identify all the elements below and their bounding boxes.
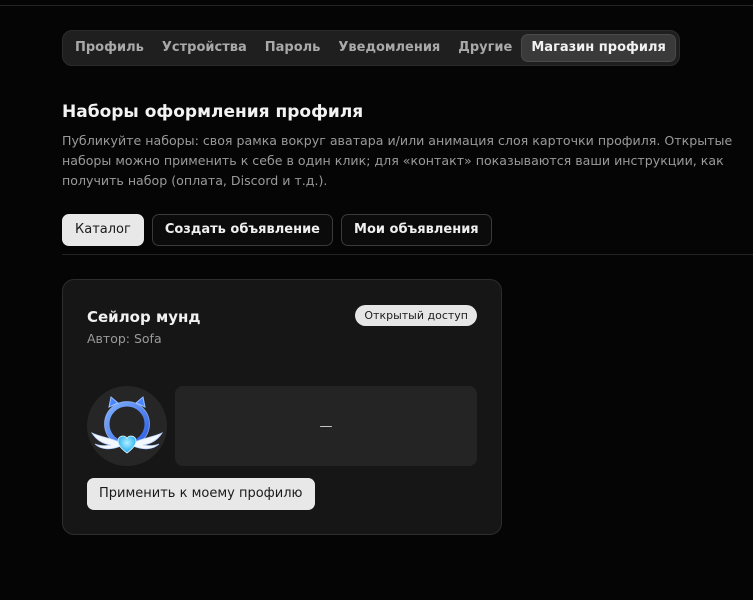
preview-placeholder: — <box>319 418 333 434</box>
avatar-frame-preview <box>87 386 167 466</box>
tab-password[interactable]: Пароль <box>256 34 330 62</box>
card-animation-preview: — <box>175 386 477 466</box>
tab-profile[interactable]: Профиль <box>66 34 153 62</box>
listing-title: Сейлор мунд <box>87 308 201 326</box>
section-description: Публикуйте наборы: своя рамка вокруг ава… <box>62 133 733 188</box>
section-title: Наборы оформления профиля <box>62 102 364 122</box>
subtab-catalog[interactable]: Каталог <box>62 214 144 246</box>
subtab-my-listings[interactable]: Мои объявления <box>341 214 492 246</box>
content-divider <box>62 254 753 255</box>
tab-profile-store[interactable]: Магазин профиля <box>521 34 676 62</box>
winged-heart-frame-icon <box>90 396 164 454</box>
settings-tabs: Профиль Устройства Пароль Уведомления Др… <box>62 30 680 66</box>
listing-card: Сейлор мунд Автор: Sofa Открытый доступ <box>62 279 502 535</box>
listing-author: Автор: Sofa <box>87 331 162 346</box>
tab-devices[interactable]: Устройства <box>153 34 256 62</box>
access-badge: Открытый доступ <box>355 305 477 326</box>
top-divider <box>0 5 753 6</box>
store-subtabs: Каталог Создать объявление Мои объявлени… <box>62 214 492 246</box>
subtab-create-listing[interactable]: Создать объявление <box>151 214 334 246</box>
apply-to-profile-button[interactable]: Применить к моему профилю <box>87 478 315 510</box>
tab-notifications[interactable]: Уведомления <box>329 34 449 62</box>
tab-other[interactable]: Другие <box>449 34 521 62</box>
